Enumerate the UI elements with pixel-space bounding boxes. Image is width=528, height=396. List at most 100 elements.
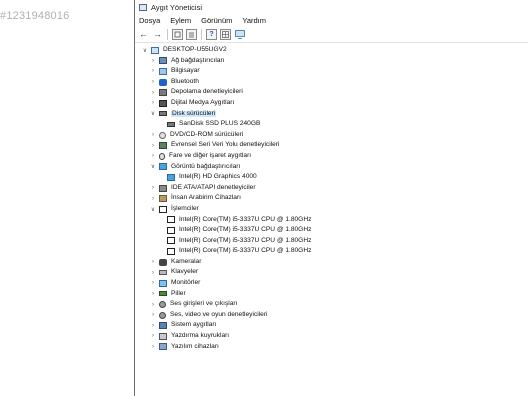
grid-icon[interactable] [220,28,231,40]
tree-item-label: Görüntü bağdaştırıcıları [171,162,241,170]
tree-category-item[interactable]: › Yazılım cihazları [135,342,528,353]
tree-item-label: DVD/CD-ROM sürücüleri [170,130,244,138]
tree-item-label: Klavyeler [171,268,199,276]
tree-item-label: Dijital Medya Aygıtları [171,98,235,106]
collapse-chevron-icon[interactable]: ∨ [149,206,157,213]
cpu-icon [167,237,175,245]
tree-item-label: Depolama denetleyicileri [171,88,243,96]
sound-controller-icon [159,311,166,319]
collapse-chevron-icon[interactable]: ∨ [141,47,149,54]
mouse-icon [159,152,165,160]
disk-drive-icon [159,111,167,117]
tree-category-item[interactable]: › Kameralar [135,257,528,268]
monitor-icon [159,279,167,287]
tree-item-label: Yazdırma kuyrukları [171,332,230,340]
tree-category-item[interactable]: › Ses, video ve oyun denetleyicileri [135,310,528,321]
monitor-icon[interactable] [234,29,245,40]
system-device-icon [159,322,167,330]
tree-category-item[interactable]: › DVD/CD-ROM sürücüleri [135,130,528,141]
expand-chevron-icon[interactable]: › [149,196,157,202]
tree-device-item[interactable]: Intel(R) HD Graphics 4000 [135,172,528,183]
desktop-computer-icon [151,46,159,54]
tree-item-label: Ses, video ve oyun denetleyicileri [170,310,268,318]
collapse-chevron-icon[interactable]: ∨ [149,163,157,170]
title-bar: Aygıt Yöneticisi [135,0,528,14]
tree-category-item[interactable]: › Klavyeler [135,267,528,278]
cpu-icon [167,248,175,256]
expand-chevron-icon[interactable]: › [149,333,157,339]
tree-item-label: Ağ bağdaştırıcıları [171,56,225,64]
display-icon [167,173,175,181]
tree-category-item[interactable]: › Monitörler [135,278,528,289]
tree-root[interactable]: ∨ DESKTOP-U55UGV2 [135,45,528,56]
expand-chevron-icon[interactable]: › [149,58,157,64]
expand-chevron-icon[interactable]: › [149,312,157,318]
expand-chevron-icon[interactable]: › [149,90,157,96]
expand-chevron-icon[interactable]: › [149,185,157,191]
tree-category-item[interactable]: ∨ Görüntü bağdaştırıcıları [135,162,528,173]
menu-bar: Dosya Eylem Görünüm Yardım [135,14,528,26]
forward-arrow-icon[interactable]: → [152,29,163,40]
tree-category-item[interactable]: › Ses girişleri ve çıkışları [135,299,528,310]
tree-category-item[interactable]: › Evrensel Seri Veri Yolu denetleyicileri [135,140,528,151]
tree-device-item[interactable]: Intel(R) Core(TM) i5-3337U CPU @ 1.80GHz [135,246,528,257]
tree-category-item[interactable]: › Bilgisayar [135,66,528,77]
tree-category-item[interactable]: › Fare ve diğer işaret aygıtları [135,151,528,162]
tree-category-item[interactable]: › İnsan Arabirim Cihazları [135,193,528,204]
tree-item-label: Intel(R) HD Graphics 4000 [179,173,257,181]
expand-chevron-icon[interactable]: › [149,259,157,265]
tree-category-item[interactable]: › Piller [135,289,528,300]
expand-chevron-icon[interactable]: › [149,68,157,74]
collapse-chevron-icon[interactable]: ∨ [149,110,157,117]
storage-controller-icon [159,89,167,97]
dvd-icon [159,131,166,139]
usb-icon [159,142,167,150]
tree-device-item[interactable]: SanDisk SSD PLUS 240GB [135,119,528,130]
tree-item-label: Sistem aygıtları [171,321,217,329]
expand-chevron-icon[interactable]: › [149,100,157,106]
expand-chevron-icon[interactable]: › [149,153,157,159]
list-icon[interactable] [186,28,197,40]
expand-chevron-icon[interactable]: › [149,302,157,308]
properties-icon[interactable] [172,28,183,40]
tree-category-item[interactable]: ∨ İşlemciler [135,204,528,215]
expand-chevron-icon[interactable]: › [149,79,157,85]
computer-icon [159,67,167,75]
toolbar: ← → ? [135,26,528,43]
tree-category-item[interactable]: › Sistem aygıtları [135,320,528,331]
expand-chevron-icon[interactable]: › [149,143,157,149]
device-manager-icon [139,3,147,11]
menu-help[interactable]: Yardım [242,16,266,25]
expand-chevron-icon[interactable]: › [149,270,157,276]
tree-category-item[interactable]: › Bluetooth [135,77,528,88]
expand-chevron-icon[interactable]: › [149,291,157,297]
tree-category-item[interactable]: › Ağ bağdaştırıcıları [135,56,528,67]
expand-chevron-icon[interactable]: › [149,323,157,329]
expand-chevron-icon[interactable]: › [149,132,157,138]
tree-item-label: Monitörler [171,279,201,287]
tree-item-label: Intel(R) Core(TM) i5-3337U CPU @ 1.80GHz [179,236,312,244]
tree-item-label: Yazılım cihazları [171,342,219,350]
tree-category-item[interactable]: ∨ Disk sürücüleri [135,109,528,120]
menu-action[interactable]: Eylem [170,16,191,25]
watermark-id: #1231948016 [0,10,70,22]
tree-device-item[interactable]: Intel(R) Core(TM) i5-3337U CPU @ 1.80GHz [135,215,528,226]
bluetooth-icon [159,78,167,86]
tree-device-item[interactable]: Intel(R) Core(TM) i5-3337U CPU @ 1.80GHz [135,225,528,236]
tree-device-item[interactable]: Intel(R) Core(TM) i5-3337U CPU @ 1.80GHz [135,236,528,247]
tree-category-item[interactable]: › Dijital Medya Aygıtları [135,98,528,109]
expand-chevron-icon[interactable]: › [149,280,157,286]
cpu-icon [167,226,175,234]
help-icon[interactable]: ? [206,28,217,40]
menu-view[interactable]: Görünüm [201,16,232,25]
network-adapter-icon [159,57,167,65]
display-adapter-icon [159,163,167,171]
expand-chevron-icon[interactable]: › [149,344,157,350]
tree-category-item[interactable]: › IDE ATA/ATAPI denetleyiciler [135,183,528,194]
tree-item-label: Intel(R) Core(TM) i5-3337U CPU @ 1.80GHz [179,247,312,255]
tree-category-item[interactable]: › Depolama denetleyicileri [135,87,528,98]
tree-category-item[interactable]: › Yazdırma kuyrukları [135,331,528,342]
tree-item-label: Ses girişleri ve çıkışları [170,300,238,308]
back-arrow-icon[interactable]: ← [138,29,149,40]
menu-file[interactable]: Dosya [139,16,160,25]
